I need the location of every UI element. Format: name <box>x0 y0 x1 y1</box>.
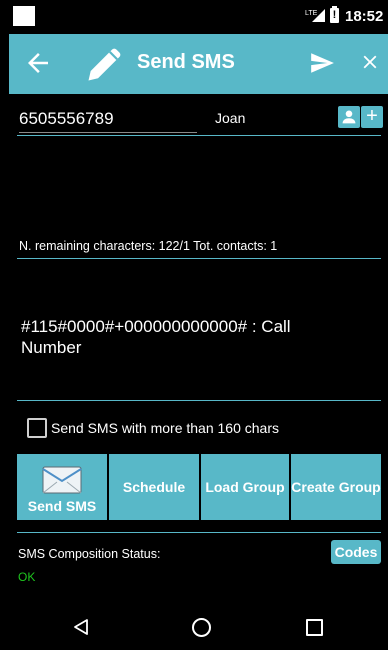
nav-home-icon[interactable] <box>192 618 211 637</box>
action-bar: Send SMS <box>9 34 388 94</box>
create-group-button[interactable]: Create Group <box>291 454 381 520</box>
load-group-button[interactable]: Load Group <box>201 454 289 520</box>
back-arrow-icon[interactable] <box>23 48 53 78</box>
send-sms-button[interactable]: Send SMS <box>17 454 107 520</box>
remaining-characters-text: N. remaining characters: 122/1 Tot. cont… <box>19 239 278 253</box>
screen-content: LTE 18:52 Send SMS Joan + N. remaining c… <box>9 0 388 650</box>
contact-name: Joan <box>215 110 246 126</box>
notification-icon <box>13 6 35 26</box>
signal-icon <box>312 9 325 22</box>
pencil-icon <box>88 48 121 81</box>
composition-status-value: OK <box>18 570 36 584</box>
battery-icon <box>330 6 339 23</box>
long-sms-label[interactable]: Send SMS with more than 160 chars <box>51 420 279 436</box>
codes-button[interactable]: Codes <box>331 540 381 564</box>
long-sms-checkbox[interactable] <box>27 418 47 438</box>
divider <box>17 400 381 401</box>
status-clock: 18:52 <box>345 8 384 25</box>
nav-back-icon[interactable] <box>72 618 90 636</box>
schedule-button[interactable]: Schedule <box>109 454 199 520</box>
app-screen: LTE 18:52 Send SMS Joan + N. remaining c… <box>0 0 388 650</box>
send-icon[interactable] <box>309 50 335 76</box>
composition-status-label: SMS Composition Status: <box>18 547 161 561</box>
send-sms-label: Send SMS <box>27 498 97 514</box>
add-icon: + <box>366 105 378 127</box>
pick-contact-button[interactable] <box>338 106 360 128</box>
nav-recents-icon[interactable] <box>306 619 323 636</box>
load-group-label: Load Group <box>205 478 285 495</box>
message-text-area[interactable]: #115#0000#+000000000000# : Call Number <box>21 316 351 358</box>
phone-number-input[interactable] <box>19 106 197 133</box>
add-contact-button[interactable]: + <box>361 106 383 128</box>
contact-icon <box>342 110 356 124</box>
envelope-icon <box>42 466 82 494</box>
page-title: Send SMS <box>137 51 235 73</box>
divider <box>17 258 381 259</box>
create-group-label: Create Group <box>291 478 381 495</box>
status-bar: LTE 18:52 <box>9 0 388 34</box>
divider <box>17 532 381 533</box>
schedule-label: Schedule <box>122 478 186 495</box>
codes-label: Codes <box>334 544 378 560</box>
close-icon[interactable] <box>359 51 381 73</box>
divider <box>17 135 381 136</box>
navigation-bar <box>9 604 388 650</box>
